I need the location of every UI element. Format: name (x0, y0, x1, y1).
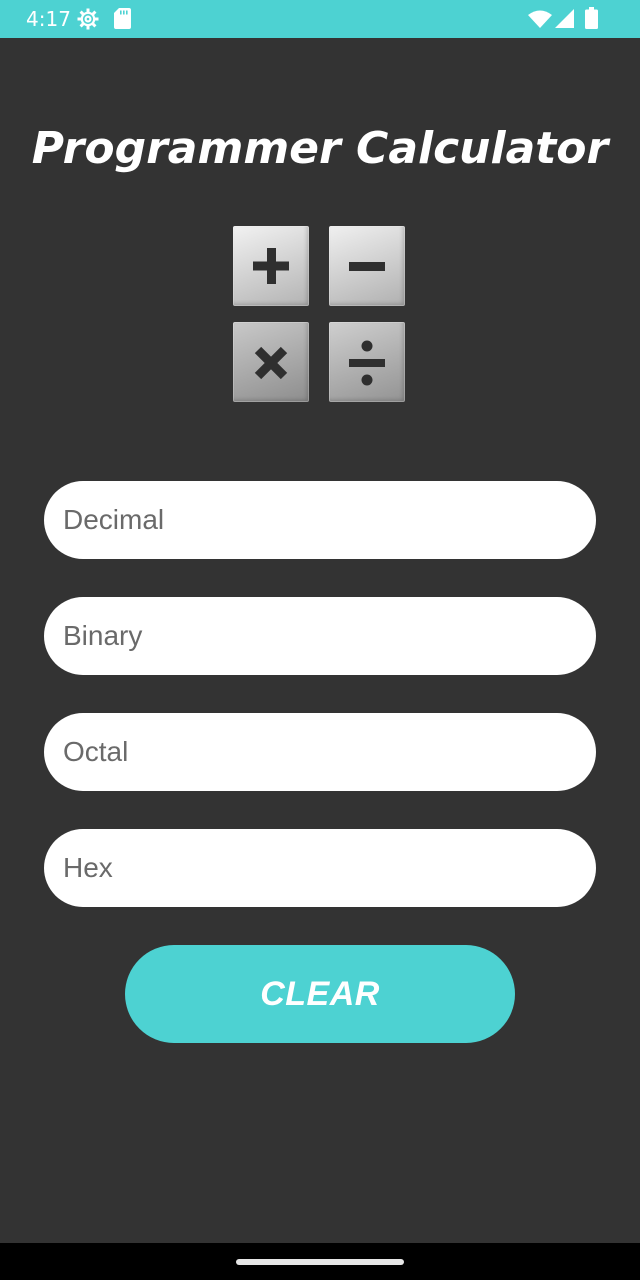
hex-field[interactable] (44, 829, 596, 907)
octal-field[interactable] (44, 713, 596, 791)
wifi-icon (528, 9, 552, 33)
clear-button[interactable]: CLEAR (125, 945, 515, 1043)
times-icon (233, 322, 309, 402)
decimal-field[interactable] (44, 481, 596, 559)
battery-icon (585, 7, 598, 34)
app-title: Programmer Calculator (31, 123, 609, 174)
calculator-operations-icon (233, 226, 407, 402)
signal-icon (555, 9, 574, 33)
divide-icon (329, 322, 405, 402)
minus-icon (329, 226, 405, 306)
binary-field[interactable] (44, 597, 596, 675)
sd-card-icon (114, 8, 131, 34)
status-bar: 4:17 (0, 0, 640, 38)
status-time: 4:17 (26, 7, 71, 31)
home-handle[interactable] (236, 1259, 404, 1265)
plus-icon (233, 226, 309, 306)
navigation-bar (0, 1243, 640, 1280)
settings-icon (77, 8, 99, 35)
